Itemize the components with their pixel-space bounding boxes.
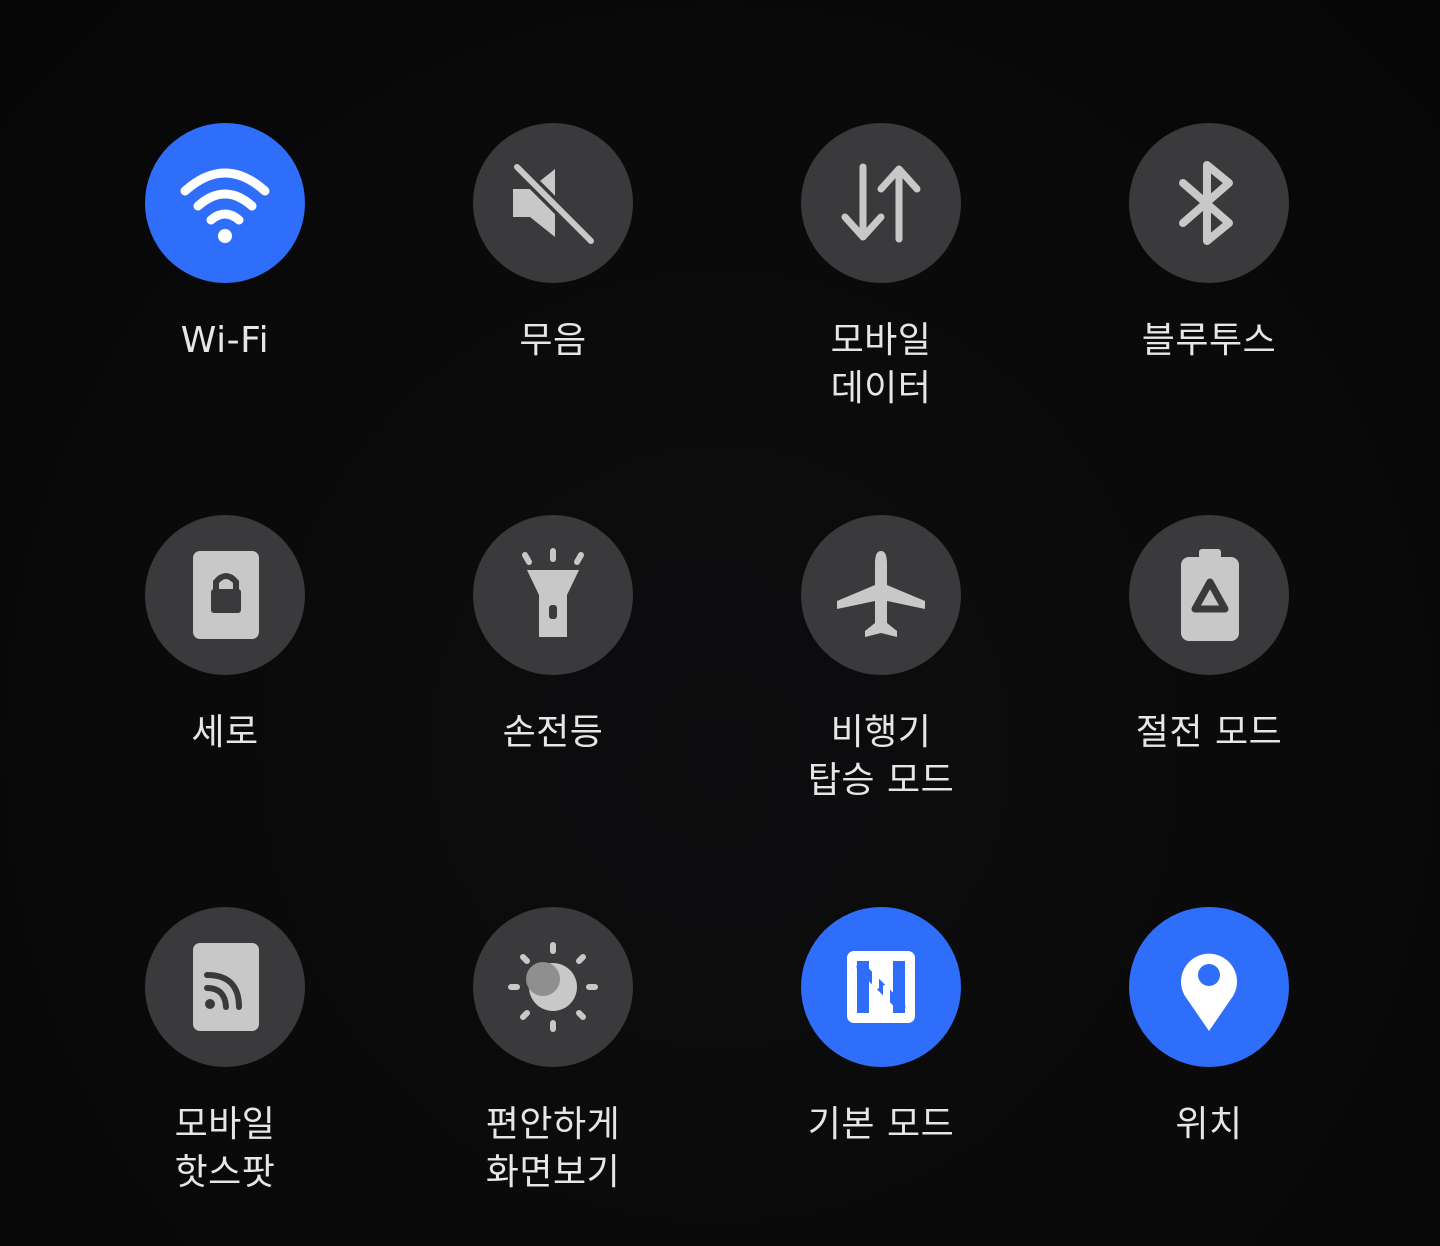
tile-label: 무음: [519, 320, 587, 361]
power-saving-icon: [1181, 549, 1239, 641]
tile-label: 위치: [1175, 1104, 1243, 1145]
tile-label: 손전등: [502, 712, 604, 753]
flashlight-toggle[interactable]: [473, 515, 633, 675]
airplane-icon: [837, 551, 925, 637]
mobile-data-toggle[interactable]: [801, 123, 961, 283]
eye-comfort-icon: [508, 942, 598, 1032]
nfc-toggle[interactable]: [801, 907, 961, 1067]
wifi-toggle[interactable]: [145, 123, 305, 283]
tile-mute[interactable]: 무음: [403, 123, 703, 365]
tile-nfc[interactable]: 기본 모드: [731, 907, 1031, 1149]
quick-settings-grid: Wi-Fi 무음 모바일 데이터 블루투스 세로 손전등 비행기 탑승 모드 절…: [0, 0, 1440, 1246]
tile-label: 비행기 탑승 모드: [807, 712, 955, 801]
bluetooth-toggle[interactable]: [1129, 123, 1289, 283]
tile-airplane[interactable]: 비행기 탑승 모드: [731, 515, 1031, 805]
wifi-icon: [180, 168, 270, 243]
bluetooth-icon: [1179, 161, 1233, 245]
tile-flashlight[interactable]: 손전등: [403, 515, 703, 757]
tile-label: 블루투스: [1141, 320, 1277, 361]
hotspot-toggle[interactable]: [145, 907, 305, 1067]
location-icon: [1181, 953, 1237, 1031]
mobile-data-icon: [841, 163, 921, 243]
tile-label: 절전 모드: [1135, 712, 1283, 753]
tile-eye-comfort[interactable]: 편안하게 화면보기: [403, 907, 703, 1197]
location-toggle[interactable]: [1129, 907, 1289, 1067]
tile-power-saving[interactable]: 절전 모드: [1059, 515, 1359, 757]
tile-bluetooth[interactable]: 블루투스: [1059, 123, 1359, 365]
tile-label: 모바일 핫스팟: [174, 1104, 276, 1193]
tile-label: 기본 모드: [807, 1104, 955, 1145]
portrait-toggle[interactable]: [145, 515, 305, 675]
tile-label: 모바일 데이터: [830, 320, 932, 409]
nfc-icon: [847, 951, 915, 1023]
mute-icon: [510, 160, 598, 248]
hotspot-icon: [193, 943, 259, 1031]
tile-hotspot[interactable]: 모바일 핫스팟: [75, 907, 375, 1197]
airplane-toggle[interactable]: [801, 515, 961, 675]
tile-label: 세로: [191, 712, 259, 753]
tile-label: Wi-Fi: [180, 320, 270, 361]
eye-comfort-toggle[interactable]: [473, 907, 633, 1067]
tile-wifi[interactable]: Wi-Fi: [75, 123, 375, 365]
portrait-lock-icon: [193, 551, 259, 639]
tile-portrait[interactable]: 세로: [75, 515, 375, 757]
power-saving-toggle[interactable]: [1129, 515, 1289, 675]
flashlight-icon: [522, 548, 584, 637]
tile-mobile-data[interactable]: 모바일 데이터: [731, 123, 1031, 413]
mute-toggle[interactable]: [473, 123, 633, 283]
tile-label: 편안하게 화면보기: [485, 1104, 621, 1193]
tile-location[interactable]: 위치: [1059, 907, 1359, 1149]
